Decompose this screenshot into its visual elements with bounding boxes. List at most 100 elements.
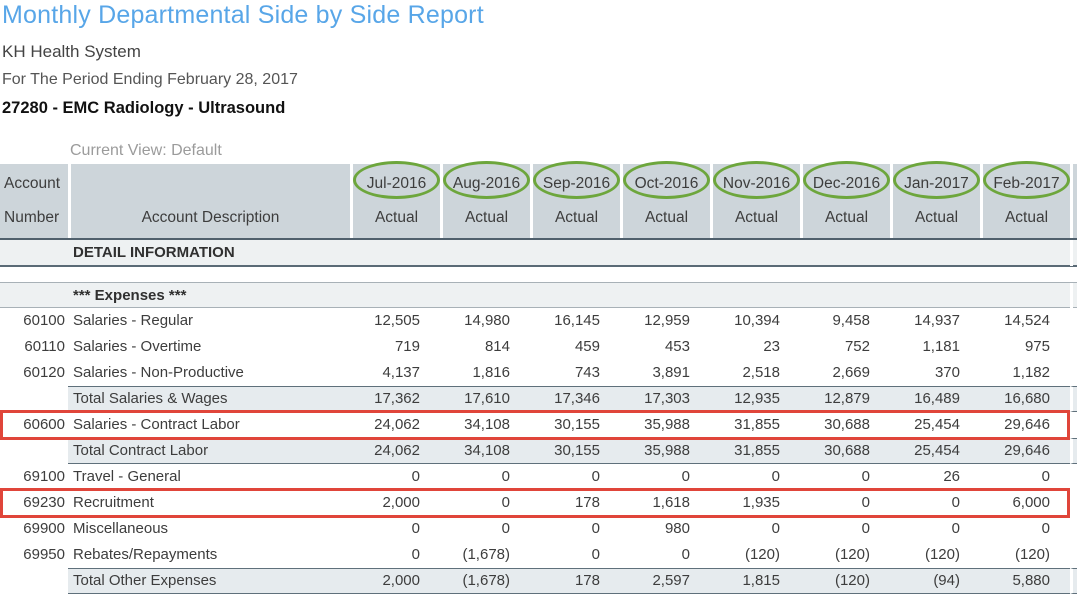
department-line: 27280 - EMC Radiology - Ultrasound (2, 99, 1077, 118)
month-label: Jan-2017 (904, 175, 969, 192)
month-header-aug-2016: Aug-2016 Actual (440, 164, 530, 238)
value-cell: 0 (440, 464, 530, 490)
actual-label: Actual (443, 205, 530, 231)
period-line: For The Period Ending February 28, 2017 (2, 71, 1077, 89)
account-description-cell: Travel - General (68, 464, 350, 490)
account-number-header: Account Number (0, 164, 68, 238)
row-sliver (1070, 464, 1077, 490)
value-cell: 12,505 (350, 308, 440, 334)
value-cell: 17,610 (440, 386, 530, 412)
row-sliver (1070, 516, 1077, 542)
value-cell: 1,816 (440, 360, 530, 386)
account-number-cell: 69100 (0, 464, 68, 490)
account-description-header-label: Account Description (71, 205, 350, 231)
month-label: Feb-2017 (993, 175, 1059, 192)
value-cell: 34,108 (440, 412, 530, 438)
value-cell: 5,880 (980, 568, 1070, 594)
value-cell: 2,000 (350, 490, 440, 516)
value-cell: 178 (530, 490, 620, 516)
table-row: Total Contract Labor 24,062 34,108 30,15… (0, 438, 1077, 464)
month-label: Oct-2016 (635, 175, 699, 192)
value-cell: 0 (530, 542, 620, 568)
account-description-header: Account Description (68, 164, 350, 238)
value-cell: (120) (800, 568, 890, 594)
table-row: 69900 Miscellaneous 0 0 0 980 0 0 0 0 (0, 516, 1077, 542)
organization-name: KH Health System (2, 42, 1077, 62)
actual-label: Actual (983, 205, 1070, 231)
section-sliver (1070, 240, 1077, 266)
row-sliver (1070, 438, 1077, 464)
value-cell: 2,669 (800, 360, 890, 386)
value-cell: 1,618 (620, 490, 710, 516)
table-row: 60600 Salaries - Contract Labor 24,062 3… (0, 412, 1077, 438)
value-cell: 31,855 (710, 412, 800, 438)
value-cell: 16,680 (980, 386, 1070, 412)
value-cell: 0 (350, 516, 440, 542)
value-cell: 12,935 (710, 386, 800, 412)
account-number-cell: 69230 (0, 490, 68, 516)
actual-label: Actual (893, 205, 980, 231)
month-label: Jul-2016 (367, 175, 426, 192)
table-row: 60110 Salaries - Overtime 719 814 459 45… (0, 334, 1077, 360)
value-cell: (1,678) (440, 542, 530, 568)
value-cell: (120) (710, 542, 800, 568)
row-sliver (1070, 386, 1077, 412)
account-number-cell: 69950 (0, 542, 68, 568)
value-cell: 6,000 (980, 490, 1070, 516)
value-cell: (1,678) (440, 568, 530, 594)
month-header-dec-2016: Dec-2016 Actual (800, 164, 890, 238)
value-cell: 0 (980, 464, 1070, 490)
account-number-header-line2: Number (0, 205, 68, 231)
actual-label: Actual (803, 205, 890, 231)
value-cell: 4,137 (350, 360, 440, 386)
table-row: 69230 Recruitment 2,000 0 178 1,618 1,93… (0, 490, 1077, 516)
value-cell: 1,182 (980, 360, 1070, 386)
value-cell: 0 (440, 516, 530, 542)
actual-label: Actual (713, 205, 800, 231)
account-description-cell: Rebates/Repayments (68, 542, 350, 568)
value-cell: 29,646 (980, 412, 1070, 438)
account-number-cell: 60100 (0, 308, 68, 334)
account-number-cell: 60120 (0, 360, 68, 386)
account-number-cell: 60600 (0, 412, 68, 438)
account-description-cell: Salaries - Contract Labor (68, 412, 350, 438)
value-cell: 14,937 (890, 308, 980, 334)
value-cell: 17,362 (350, 386, 440, 412)
value-cell: 0 (890, 490, 980, 516)
month-label: Dec-2016 (813, 175, 880, 192)
value-cell: 34,108 (440, 438, 530, 464)
table-row: Total Salaries & Wages 17,362 17,610 17,… (0, 386, 1077, 412)
value-cell: 975 (980, 334, 1070, 360)
account-number-cell (0, 386, 68, 412)
value-cell: 35,988 (620, 412, 710, 438)
value-cell: 0 (710, 464, 800, 490)
value-cell: 12,959 (620, 308, 710, 334)
value-cell: 178 (530, 568, 620, 594)
value-cell: (120) (800, 542, 890, 568)
value-cell: 31,855 (710, 438, 800, 464)
value-cell: (120) (890, 542, 980, 568)
spacer-row (0, 267, 1077, 282)
section-sliver (1070, 283, 1077, 309)
value-cell: 24,062 (350, 412, 440, 438)
value-cell: 0 (530, 516, 620, 542)
actual-label: Actual (533, 205, 620, 231)
actual-label: Actual (353, 205, 440, 231)
account-description-cell: Recruitment (68, 490, 350, 516)
value-cell: 17,303 (620, 386, 710, 412)
section-header-label: DETAIL INFORMATION (68, 240, 1070, 266)
table-header-row: Account Number Account Description Jul-2… (0, 164, 1077, 240)
value-cell: 30,688 (800, 412, 890, 438)
page-title: Monthly Departmental Side by Side Report (2, 1, 1077, 30)
value-cell: 0 (620, 464, 710, 490)
value-cell: 30,688 (800, 438, 890, 464)
month-header-jan-2017: Jan-2017 Actual (890, 164, 980, 238)
month-header-nov-2016: Nov-2016 Actual (710, 164, 800, 238)
value-cell: 0 (350, 464, 440, 490)
value-cell: 719 (350, 334, 440, 360)
value-cell: 752 (800, 334, 890, 360)
current-view-selector[interactable]: Current View: Default (70, 142, 222, 160)
value-cell: 10,394 (710, 308, 800, 334)
account-description-cell: Salaries - Non-Productive (68, 360, 350, 386)
row-sliver (1070, 308, 1077, 334)
